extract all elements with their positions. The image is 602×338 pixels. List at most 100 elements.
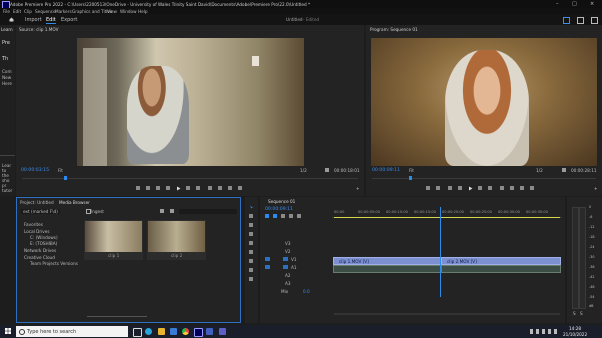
export-frame-icon[interactable] (228, 186, 232, 190)
prog-play-icon[interactable] (468, 186, 473, 191)
go-to-out-icon[interactable] (196, 186, 200, 190)
step-back-icon[interactable] (166, 186, 170, 190)
menu-markers[interactable]: Markers (55, 9, 72, 14)
timeline-settings-icon[interactable] (289, 214, 293, 218)
hand-tool-icon[interactable] (249, 268, 253, 272)
thumbnail-clip-1[interactable]: clip 1 (84, 220, 143, 260)
pen-tool-icon[interactable] (249, 250, 253, 254)
tree-team-projects[interactable]: Team Projects Versions (30, 261, 78, 266)
track-v3[interactable]: V3 (285, 241, 291, 246)
program-tab[interactable]: Program: Sequence 01 (370, 27, 418, 32)
menu-sequence[interactable]: Sequence (35, 9, 56, 14)
tab-edit[interactable]: Edit (46, 17, 56, 24)
prog-mark-in-icon[interactable] (426, 186, 430, 190)
close-button[interactable]: × (590, 1, 594, 7)
ripple-edit-tool-icon[interactable] (249, 223, 253, 227)
track-v2[interactable]: V2 (285, 249, 291, 254)
teams-icon[interactable] (219, 328, 226, 335)
overwrite-icon[interactable] (218, 186, 222, 190)
slip-tool-icon[interactable] (249, 241, 253, 245)
program-timecode[interactable]: 00:00:09:11 (372, 168, 400, 173)
tab-import[interactable]: Import (25, 17, 42, 23)
prog-mark-out-icon[interactable] (436, 186, 440, 190)
mark-out-icon[interactable] (146, 186, 150, 190)
selection-tool-icon[interactable] (249, 205, 254, 210)
clip-2-video[interactable]: clip 2.MOV [V] (441, 257, 561, 265)
source-scrubber[interactable] (22, 178, 358, 179)
tray-icons[interactable] (530, 329, 560, 334)
minimize-button[interactable]: – (556, 1, 559, 7)
source-tab[interactable]: Source: clip 1.MOV (19, 27, 58, 32)
a1-target[interactable] (283, 265, 288, 269)
timeline-hscroll[interactable] (334, 313, 560, 315)
track-v1[interactable]: V1 (291, 257, 297, 262)
timeline-playhead[interactable] (440, 207, 441, 297)
task-view-icon[interactable] (133, 328, 142, 337)
search-field[interactable] (179, 209, 237, 214)
maximize-button[interactable]: □ (572, 1, 577, 7)
edge-icon[interactable] (145, 328, 152, 335)
v1-target[interactable] (283, 257, 288, 261)
thumbnail-clip-2[interactable]: clip 2 (147, 220, 206, 260)
add-marker-icon[interactable] (281, 214, 285, 218)
menu-view[interactable]: View (107, 9, 117, 14)
prog-step-back-icon[interactable] (458, 186, 462, 190)
store-icon[interactable] (170, 328, 177, 335)
file-explorer-icon[interactable] (158, 328, 165, 335)
menu-clip[interactable]: Clip (24, 9, 32, 14)
prog-camera-icon[interactable] (520, 186, 524, 190)
menu-help[interactable]: Help (138, 9, 148, 14)
clock-date[interactable]: 21/10/2022 (563, 332, 587, 337)
clip-1-audio[interactable] (333, 265, 442, 273)
filter-icon[interactable] (160, 209, 164, 213)
menu-window[interactable]: Window (120, 9, 137, 14)
track-a1[interactable]: A1 (291, 265, 297, 270)
mark-in-icon[interactable] (136, 186, 140, 190)
quick-export-icon[interactable] (577, 17, 584, 24)
zoom-slider[interactable] (87, 316, 147, 317)
play-icon[interactable] (176, 186, 181, 191)
workspaces-icon[interactable] (563, 17, 570, 24)
linked-selection-icon[interactable] (273, 214, 277, 218)
fullscreen-icon[interactable] (591, 17, 598, 24)
program-ratio[interactable]: 1/2 (536, 168, 543, 173)
solo-left-button[interactable]: S (573, 311, 576, 316)
tree-e-drive[interactable]: E: (TOSHIBA) (30, 241, 57, 246)
sequence-tab[interactable]: Sequence 01 (268, 199, 295, 204)
premiere-taskbar-icon[interactable] (194, 328, 203, 337)
program-scrubber[interactable] (372, 178, 596, 179)
camera-icon[interactable] (238, 186, 242, 190)
rectangle-tool-icon[interactable] (249, 259, 253, 263)
track-select-tool-icon[interactable] (249, 214, 253, 218)
menu-file[interactable]: File (3, 9, 10, 14)
taskbar-search[interactable]: Type here to search (16, 326, 128, 337)
v1-source-patch[interactable] (265, 257, 270, 261)
view-toggle-icon[interactable] (170, 209, 174, 213)
source-fit[interactable]: Fit (58, 168, 63, 173)
track-a3[interactable]: A3 (285, 281, 291, 286)
track-a2[interactable]: A2 (285, 273, 291, 278)
tree-local-drives[interactable]: Local Drives (24, 229, 50, 234)
home-icon[interactable] (9, 17, 14, 22)
source-wrench-icon[interactable] (325, 168, 329, 172)
tree-network[interactable]: Network Drives (24, 248, 56, 253)
razor-tool-icon[interactable] (249, 232, 253, 236)
go-to-in-icon[interactable] (156, 186, 160, 190)
tree-creative-cloud[interactable]: Creative Cloud (24, 255, 55, 260)
prog-step-forward-icon[interactable] (478, 186, 482, 190)
app-icon[interactable] (206, 328, 213, 335)
tree-c-drive[interactable]: C: (Windows) (30, 235, 58, 240)
lift-icon[interactable] (500, 186, 504, 190)
program-fit[interactable]: Fit (409, 168, 414, 173)
program-add-button[interactable]: + (594, 186, 598, 191)
source-timecode[interactable]: 00:00:03:15 (21, 168, 49, 173)
comparison-icon[interactable] (530, 186, 534, 190)
insert-icon[interactable] (208, 186, 212, 190)
captions-icon[interactable] (297, 214, 301, 218)
a1-source-patch[interactable] (265, 265, 270, 269)
source-add-button[interactable]: + (356, 186, 360, 191)
path-field[interactable]: ext (marked F\d) (21, 209, 60, 214)
prog-go-to-in-icon[interactable] (448, 186, 452, 190)
learn-tab[interactable]: Learn (1, 27, 13, 32)
clip-1-video[interactable]: clip 1.MOV [V] (333, 257, 442, 265)
